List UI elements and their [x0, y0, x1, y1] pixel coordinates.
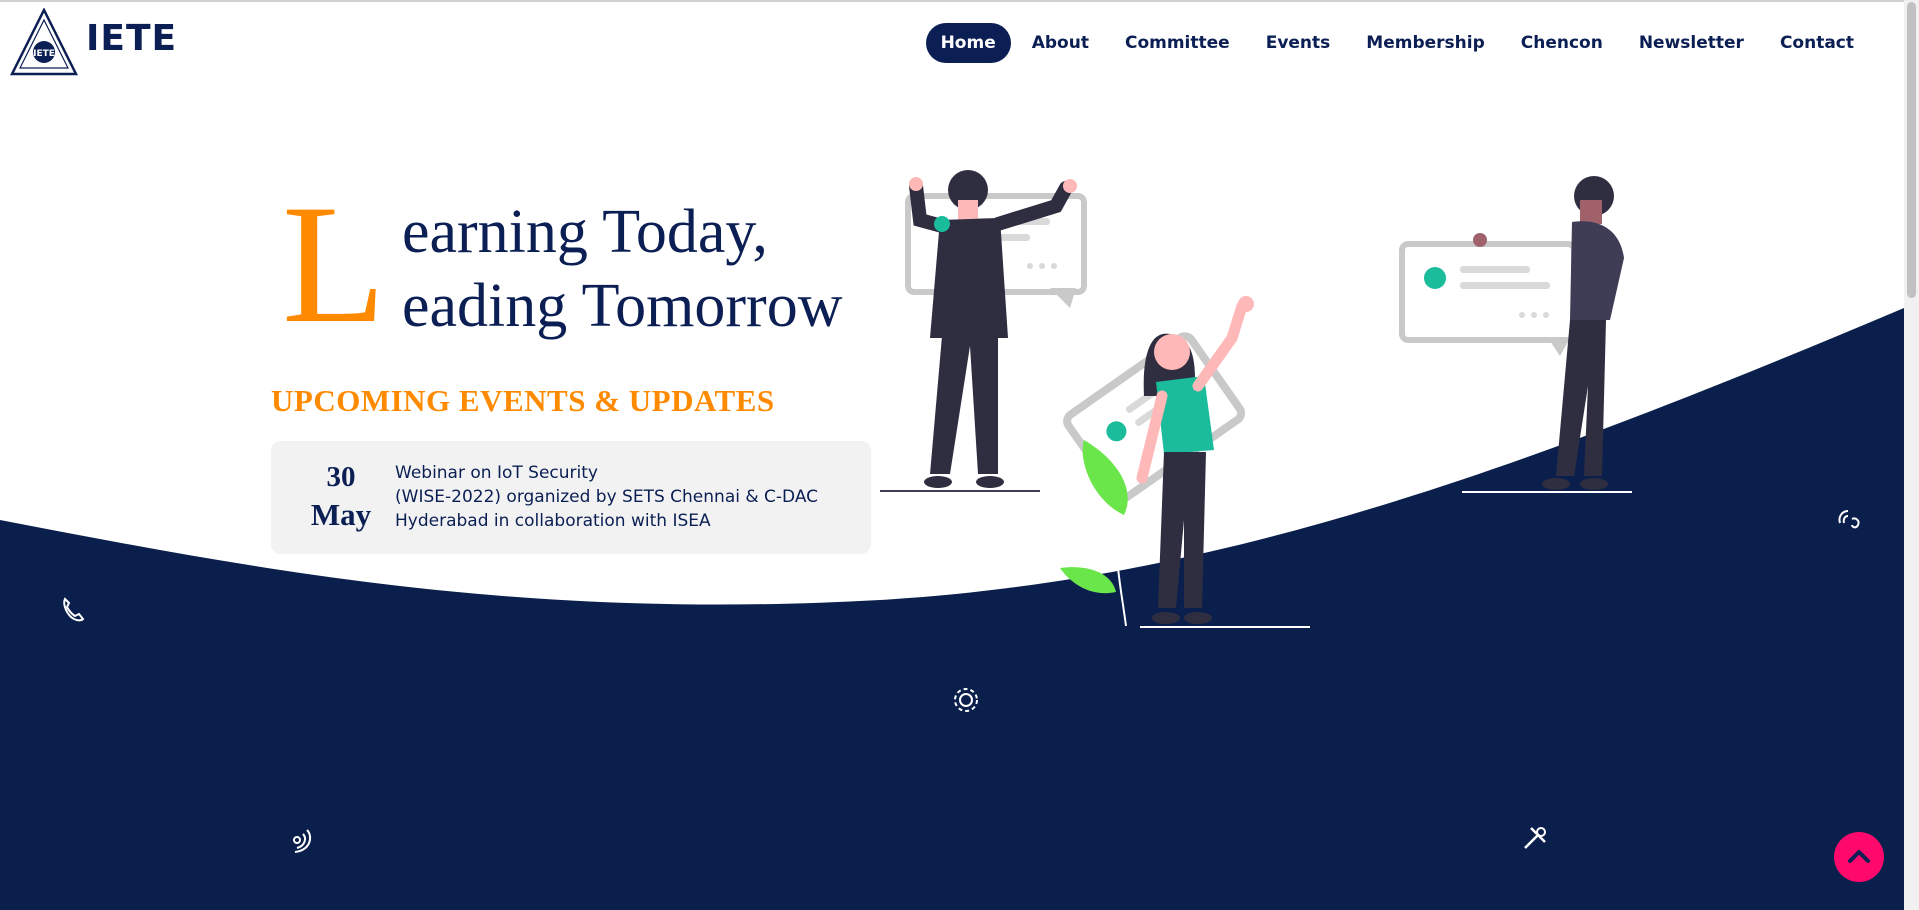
event-line: (WISE-2022) organized by SETS Chennai & …: [395, 487, 819, 507]
nav-contact[interactable]: Contact: [1765, 23, 1869, 63]
team-illustration: [880, 170, 1632, 628]
nav-home[interactable]: Home: [925, 23, 1011, 63]
tools-icon: [1524, 827, 1546, 849]
phone-icon: [63, 597, 85, 622]
nav-about[interactable]: About: [1017, 23, 1104, 63]
iete-logo[interactable]: IETE: [9, 7, 79, 76]
svg-text:IETE: IETE: [33, 49, 55, 59]
back-to-top-button[interactable]: [1834, 832, 1884, 882]
person-2: [1136, 296, 1310, 628]
event-card[interactable]: 30 May Webinar on IoT Security (WISE-202…: [271, 441, 871, 554]
upcoming-events-heading: UPCOMING EVENTS & UPDATES: [271, 383, 775, 418]
nav-membership[interactable]: Membership: [1351, 23, 1499, 63]
event-description: Webinar on IoT Security (WISE-2022) orga…: [395, 461, 845, 533]
message-board-3: [1399, 241, 1577, 356]
event-day: 30: [326, 461, 356, 493]
iete-logo-icon: IETE: [9, 7, 79, 76]
nav-newsletter[interactable]: Newsletter: [1624, 23, 1759, 63]
event-line: Webinar on IoT Security: [395, 463, 598, 483]
chevron-up-icon: [1848, 850, 1870, 863]
main-nav: Home About Committee Events Membership C…: [925, 23, 1869, 63]
brand-name[interactable]: IETE: [86, 18, 177, 59]
signal-waves-icon: [1838, 510, 1860, 529]
hero-line-2: eading Tomorrow: [402, 272, 843, 340]
hero-initial: L: [282, 170, 386, 358]
nav-events[interactable]: Events: [1251, 23, 1346, 63]
wifi-signal-icon: [293, 829, 312, 853]
gear-icon: [954, 688, 978, 712]
nav-chencon[interactable]: Chencon: [1506, 23, 1618, 63]
scrollbar-thumb[interactable]: [1907, 2, 1916, 298]
event-line: Hyderabad in collaboration with ISEA: [395, 511, 711, 531]
hero-title: L earning Today, eading Tomorrow: [282, 179, 882, 349]
nav-committee[interactable]: Committee: [1110, 23, 1245, 63]
event-month: May: [310, 497, 372, 532]
page-scrollbar[interactable]: [1904, 0, 1919, 910]
hero-line-1: earning Today,: [402, 198, 768, 266]
